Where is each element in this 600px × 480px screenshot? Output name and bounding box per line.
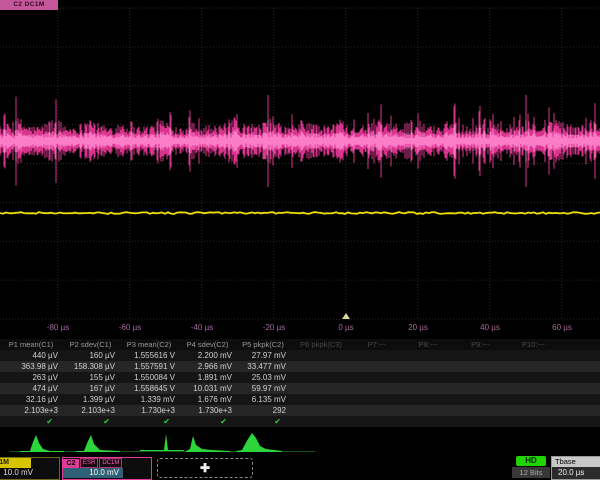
status-check-icon: ✔ [179,416,236,427]
measurement-value: 1.339 mV [119,394,179,405]
measurement-value: 155 µV [62,372,119,383]
measurement-value: 1.399 µV [62,394,119,405]
measurement-value: 1.730e+3 [119,405,179,416]
histicon-p2 [76,432,120,452]
c1-trace [0,212,600,214]
measurement-value: 160 µV [62,350,119,361]
time-tick-label: 0 µs [338,323,353,332]
table-row: 32.16 µV1.399 µV1.339 mV1.676 mV6.135 mV [0,394,600,405]
measurement-value: 59.97 mV [236,383,290,394]
hd-bits-label: 12 Bits [512,467,550,478]
measurement-value: 2.103e+3 [0,405,62,416]
measurement-table[interactable]: P1 mean(C1)P2 sdev(C1)P3 mean(C2)P4 sdev… [0,339,600,427]
measurement-value: 6.135 mV [236,394,290,405]
c2-vdiv-value: 10.0 mV [63,468,123,478]
table-row: P1 mean(C1)P2 sdev(C1)P3 mean(C2)P4 sdev… [0,339,600,350]
c2-coupling-badge: DC1M [99,458,122,468]
time-tick-label: 40 µs [480,323,500,332]
measurement-value: 292 [236,405,290,416]
time-axis: -100 µs-80 µs-60 µs-40 µs-20 µs0 µs20 µs… [0,320,600,337]
measurement-value: 1.730e+3 [179,405,236,416]
oscilloscope-screen: C2 DC1M -100 µs-80 µs-60 µs-40 µs-20 µs0… [0,0,600,480]
c2-channel-badge: C2 [63,459,79,468]
graticule [0,8,600,319]
waveform-canvas [0,0,600,320]
measurement-value: 1.891 mV [179,372,236,383]
c2-esr-badge: ESR [80,458,98,468]
measurement-value: 32.16 µV [0,394,62,405]
c1-coupling-badge: DC1M [0,458,31,468]
histicon-p3 [140,432,184,452]
param-header-inactive[interactable]: P7:--- [352,339,402,350]
status-check-icon: ✔ [119,416,179,427]
time-tick-label: 20 µs [408,323,428,332]
channel-c2-descriptor[interactable]: C2 ESR DC1M 10.0 mV [62,457,152,480]
param-header-inactive[interactable]: P8:--- [402,339,454,350]
measurement-value: 158.308 µV [62,361,119,372]
waveform-display[interactable]: C2 DC1M [0,0,600,320]
time-tick-label: 60 µs [552,323,572,332]
measurement-value: 2.200 mV [179,350,236,361]
measurement-value: 167 µV [62,383,119,394]
measurement-value: 33.477 mV [236,361,290,372]
trigger-time-marker[interactable] [342,313,350,319]
histicon-p1 [20,432,64,452]
add-trace-button[interactable]: ✚ [157,458,253,478]
time-tick-label: -40 µs [191,323,213,332]
histicon-p5 [236,432,282,452]
descriptor-bar: DC1M 10.0 mV C2 ESR DC1M 10.0 mV ✚ HD 12… [0,456,600,480]
param-header-inactive[interactable]: P6 pkpk(C3) [290,339,352,350]
measurement-value: 27.97 mV [236,350,290,361]
measurement-value: 2.966 mV [179,361,236,372]
param-header[interactable]: P4 sdev(C2) [179,339,236,350]
param-header[interactable]: P2 sdev(C1) [62,339,119,350]
trace-label-badge: C2 DC1M [0,0,58,10]
status-check-icon: ✔ [62,416,119,427]
param-header-inactive[interactable]: P9:--- [454,339,507,350]
measurement-value: 363.98 µV [0,361,62,372]
param-header[interactable]: P5 pkpk(C2) [236,339,290,350]
histicon-row [0,430,600,455]
param-header[interactable]: P3 mean(C2) [119,339,179,350]
status-check-icon: ✔ [236,416,290,427]
measurement-value: 1.555616 V [119,350,179,361]
param-header-inactive[interactable]: P10:--- [507,339,560,350]
measurement-value: 10.031 mV [179,383,236,394]
table-row: 2.103e+32.103e+31.730e+31.730e+3292 [0,405,600,416]
measurement-value: 1.558645 V [119,383,179,394]
param-header[interactable]: P1 mean(C1) [0,339,62,350]
table-row: 263 µV155 µV1.550084 V1.891 mV25.03 mV [0,372,600,383]
measurement-value: 1.557591 V [119,361,179,372]
status-check-icon: ✔ [0,416,62,427]
table-row: 474 µV167 µV1.558645 V10.031 mV59.97 mV [0,383,600,394]
channel-c1-descriptor[interactable]: DC1M 10.0 mV [0,457,60,480]
measurement-value: 263 µV [0,372,62,383]
histicon-p4 [186,432,230,452]
measurement-value: 1.676 mV [179,394,236,405]
timebase-label: Tbase [552,457,600,467]
table-row: 363.98 µV158.308 µV1.557591 V2.966 mV33.… [0,361,600,372]
time-tick-label: -20 µs [263,323,285,332]
measurement-value: 1.550084 V [119,372,179,383]
hd-mode-badge[interactable]: HD [516,456,546,466]
c1-vdiv-value: 10.0 mV [0,468,59,478]
table-row: ✔✔✔✔✔ [0,416,600,427]
table-row: 440 µV160 µV1.555616 V2.200 mV27.97 mV [0,350,600,361]
time-tick-label: -80 µs [47,323,69,332]
measurement-value: 25.03 mV [236,372,290,383]
measurement-value: 440 µV [0,350,62,361]
timebase-value: 20.0 µs [552,467,600,478]
measurement-value: 474 µV [0,383,62,394]
timebase-descriptor[interactable]: Tbase 20.0 µs [551,456,600,480]
time-tick-label: -60 µs [119,323,141,332]
measurement-value: 2.103e+3 [62,405,119,416]
